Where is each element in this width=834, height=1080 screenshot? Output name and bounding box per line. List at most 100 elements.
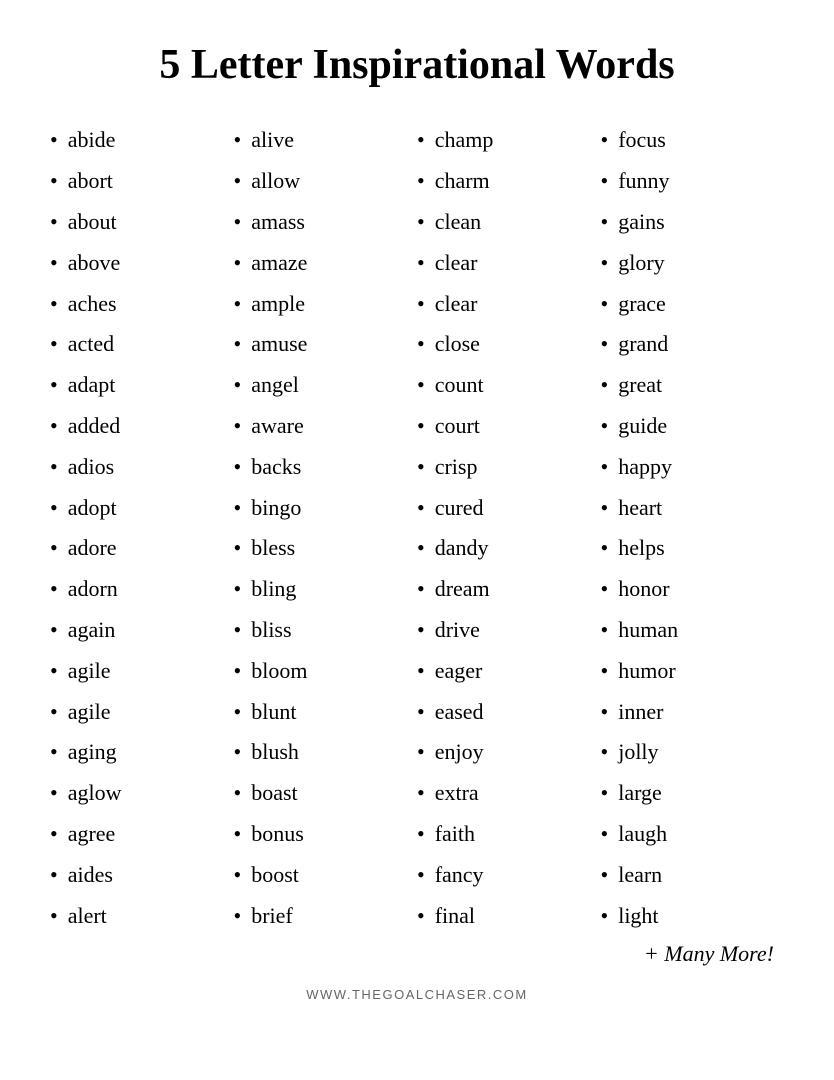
list-item: • court [417, 406, 601, 447]
word-column-3: •focus•funny•gains•glory•grace•grand•gre… [601, 120, 785, 936]
list-item: •fancy [417, 855, 601, 896]
word-text: human [618, 615, 678, 646]
bullet-icon: • [50, 778, 58, 809]
word-text: allow [251, 166, 300, 197]
list-item: •amuse [234, 324, 418, 365]
list-item: •focus [601, 120, 785, 161]
list-item: •agree [50, 814, 234, 855]
word-text: adios [68, 452, 114, 483]
word-text: jolly [618, 737, 658, 768]
list-item: •aging [50, 732, 234, 773]
word-text: bless [251, 533, 295, 564]
word-text: agile [68, 697, 111, 728]
list-item: •crisp [417, 447, 601, 488]
bullet-icon: • [50, 411, 58, 442]
list-item: •again [50, 610, 234, 651]
bullet-icon: • [417, 901, 425, 932]
list-item: •inner [601, 692, 785, 733]
bullet-icon: • [601, 493, 609, 524]
list-item: •bonus [234, 814, 418, 855]
list-item: •aglow [50, 773, 234, 814]
bullet-icon: • [417, 574, 425, 605]
word-grid: •abide•abort•about•above•aches•acted•ada… [50, 120, 784, 936]
bullet-icon: • [50, 493, 58, 524]
word-text: final [435, 901, 475, 932]
word-text: abide [68, 125, 116, 156]
bullet-icon: • [234, 411, 242, 442]
bullet-icon: • [601, 778, 609, 809]
word-text: dandy [435, 533, 489, 564]
word-text: adore [68, 533, 117, 564]
list-item: • glory [601, 243, 785, 284]
word-text: amass [251, 207, 305, 238]
bullet-icon: • [417, 860, 425, 891]
list-item: •bless [234, 528, 418, 569]
bullet-icon: • [50, 737, 58, 768]
word-text: focus [618, 125, 666, 156]
list-item: •faith [417, 814, 601, 855]
word-text: clean [435, 207, 481, 238]
word-text: adapt [68, 370, 116, 401]
bullet-icon: • [601, 901, 609, 932]
list-item: •human [601, 610, 785, 651]
word-text: bonus [251, 819, 304, 850]
word-text: honor [618, 574, 669, 605]
bullet-icon: • [417, 737, 425, 768]
bullet-icon: • [601, 248, 609, 279]
word-column-2: •champ•charm•clean•clear•clear•close•cou… [417, 120, 601, 936]
word-text: bliss [251, 615, 291, 646]
bullet-icon: • [234, 207, 242, 238]
list-item: •bliss [234, 610, 418, 651]
list-item: •bingo [234, 488, 418, 529]
list-item: •drive [417, 610, 601, 651]
bullet-icon: • [50, 533, 58, 564]
bullet-icon: • [601, 656, 609, 687]
list-item: •agile [50, 692, 234, 733]
bullet-icon: • [417, 615, 425, 646]
list-item: •aware [234, 406, 418, 447]
more-label: + Many More! [50, 941, 784, 967]
bullet-icon: • [601, 166, 609, 197]
list-item: •above [50, 243, 234, 284]
list-item: •champ [417, 120, 601, 161]
bullet-icon: • [234, 737, 242, 768]
word-text: funny [618, 166, 669, 197]
list-item: •alert [50, 896, 234, 937]
list-item: • humor [601, 651, 785, 692]
list-item: •agile [50, 651, 234, 692]
bullet-icon: • [50, 860, 58, 891]
word-text: amaze [251, 248, 307, 279]
word-text: court [435, 411, 480, 442]
bullet-icon: • [601, 533, 609, 564]
word-text: large [618, 778, 662, 809]
bullet-icon: • [601, 860, 609, 891]
bullet-icon: • [417, 411, 425, 442]
list-item: • large [601, 773, 785, 814]
word-text: blush [251, 737, 299, 768]
bullet-icon: • [601, 819, 609, 850]
bullet-icon: • [234, 289, 242, 320]
bullet-icon: • [50, 289, 58, 320]
list-item: • honor [601, 569, 785, 610]
bullet-icon: • [234, 493, 242, 524]
list-item: •aides [50, 855, 234, 896]
list-item: •laugh [601, 814, 785, 855]
list-item: • helps [601, 528, 785, 569]
word-text: gains [618, 207, 664, 238]
word-text: close [435, 329, 480, 360]
list-item: • adapt [50, 365, 234, 406]
list-item: •clear [417, 284, 601, 325]
list-item: •abort [50, 161, 234, 202]
word-text: helps [618, 533, 664, 564]
word-text: humor [618, 656, 675, 687]
list-item: •gains [601, 202, 785, 243]
list-item: •bling [234, 569, 418, 610]
word-text: crisp [435, 452, 478, 483]
list-item: •guide [601, 406, 785, 447]
word-text: boast [251, 778, 297, 809]
bullet-icon: • [417, 329, 425, 360]
word-text: glory [618, 248, 664, 279]
bullet-icon: • [601, 574, 609, 605]
bullet-icon: • [50, 370, 58, 401]
word-text: adorn [68, 574, 118, 605]
